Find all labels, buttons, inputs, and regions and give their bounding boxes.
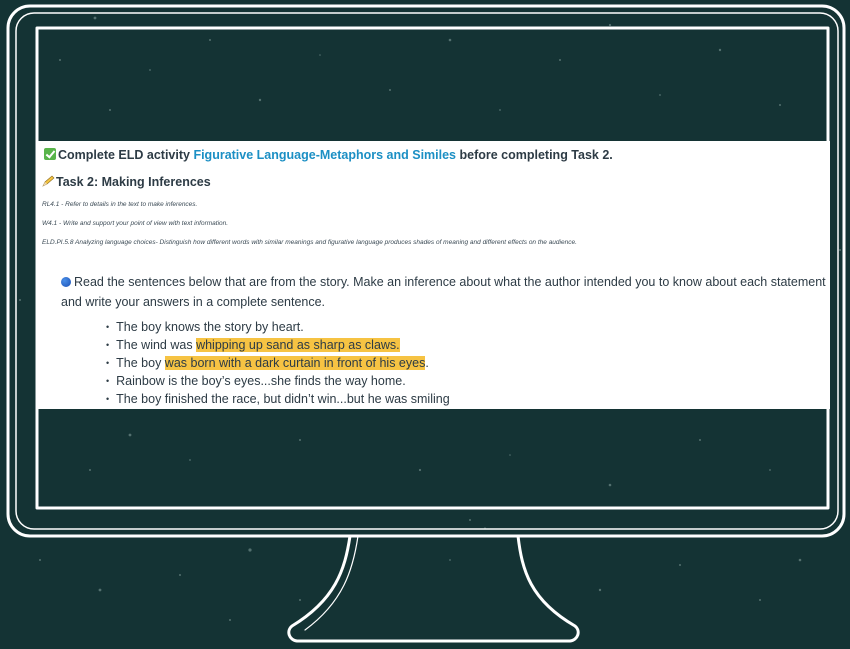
sentence-text: The boy finished the race, but didn’t wi… — [116, 392, 450, 406]
bullet-marker: • — [106, 340, 110, 350]
sentence-item: • The boy finished the race, but didn’t w… — [106, 390, 450, 408]
sentence-text: The boy — [116, 356, 165, 370]
task-content-panel: Complete ELD activity Figurative Languag… — [36, 141, 830, 409]
highlighted-text: whipping up sand as sharp as claws. — [196, 338, 400, 352]
sentence-text: The wind was — [116, 338, 197, 352]
blue-circle-icon — [61, 277, 71, 287]
bullet-marker: • — [106, 376, 110, 386]
eld-suffix-text: before completing Task 2. — [456, 148, 613, 162]
instructions-text: Read the sentences below that are from t… — [61, 275, 826, 309]
eld-activity-line: Complete ELD activity Figurative Languag… — [44, 148, 613, 162]
sentence-text: Rainbow is the boy’s eyes...she finds th… — [116, 374, 406, 388]
task-title: Task 2: Making Inferences — [42, 175, 211, 189]
standard-eld-pi58: ELD.PI.5.8 Analyzing language choices- D… — [42, 239, 577, 246]
bullet-marker: • — [106, 322, 110, 332]
instructions-paragraph: Read the sentences below that are from t… — [61, 272, 826, 312]
sentence-item: • The wind was whipping up sand as sharp … — [106, 336, 450, 354]
eld-prefix-text: Complete ELD activity — [58, 148, 194, 162]
figurative-language-link[interactable]: Figurative Language-Metaphors and Simile… — [193, 148, 456, 162]
standard-w41: W4.1 - Write and support your point of v… — [42, 220, 229, 227]
sentence-text: The boy knows the story by heart. — [116, 320, 304, 334]
bullet-marker: • — [106, 394, 110, 404]
highlighted-text: was born with a dark curtain in front of… — [164, 356, 426, 370]
checkmark-icon — [44, 148, 56, 160]
sentence-item: • Rainbow is the boy’s eyes...she finds t… — [106, 372, 450, 390]
standard-rl41: RL4.1 - Refer to details in the text to … — [42, 201, 198, 208]
monitor-stand — [287, 534, 580, 643]
sentence-text-end: . — [425, 356, 429, 370]
sentence-item: • The boy was born with a dark curtain in… — [106, 354, 450, 372]
task-title-text: Task 2: Making Inferences — [56, 175, 211, 189]
sentence-item: • The boy knows the story by heart. — [106, 318, 450, 336]
sentence-list: • The boy knows the story by heart. • The … — [106, 318, 450, 408]
pencil-icon — [42, 175, 55, 187]
bullet-marker: • — [106, 358, 110, 368]
